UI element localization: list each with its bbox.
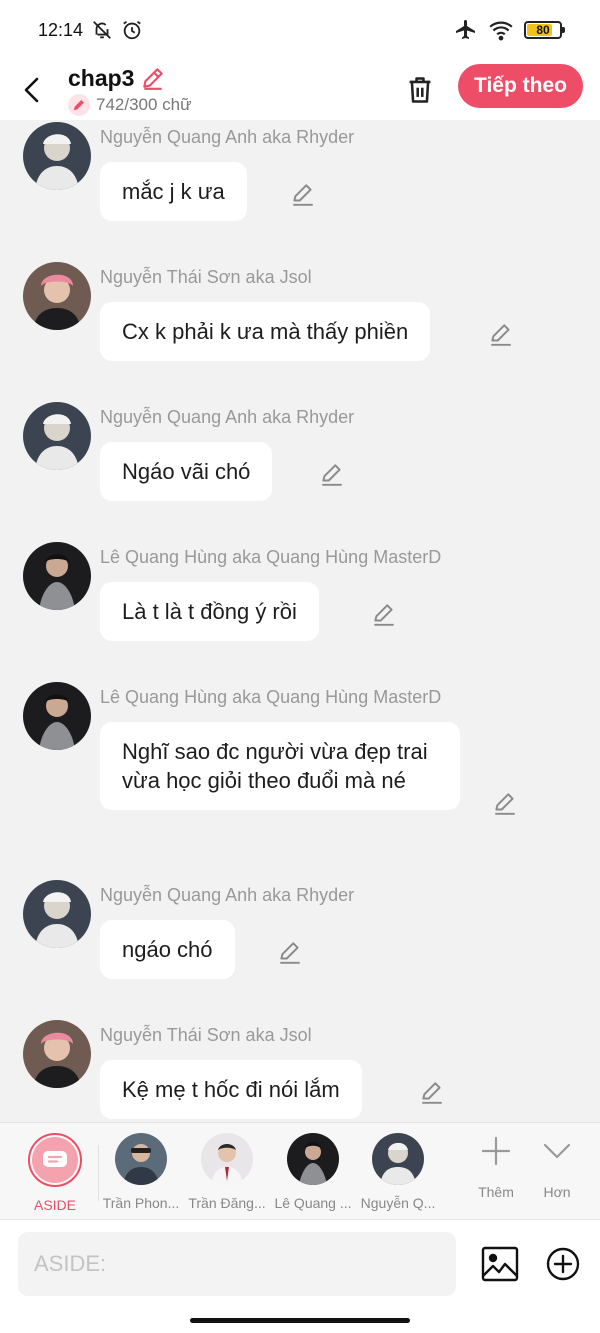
avatar[interactable] bbox=[23, 402, 91, 470]
edit-message-icon[interactable] bbox=[419, 1079, 445, 1105]
chevron-down-icon bbox=[543, 1143, 571, 1159]
sender-name: Lê Quang Hùng aka Quang Hùng MasterD bbox=[100, 687, 442, 707]
character-chip[interactable]: Trần Phon... bbox=[98, 1133, 184, 1211]
status-bar: 12:14 80 bbox=[0, 0, 600, 60]
add-button[interactable] bbox=[543, 1244, 583, 1284]
message-bubble[interactable]: Cx k phải k ưa mà thấy phiền bbox=[100, 302, 431, 361]
editor-header: chap3 742/300 chữ Tiếp theo bbox=[0, 60, 600, 120]
pen-badge-icon bbox=[68, 93, 90, 116]
message-bubble[interactable]: Là t là t đồng ý rồi bbox=[100, 582, 319, 641]
edit-message-icon[interactable] bbox=[492, 790, 518, 816]
pencil-icon[interactable] bbox=[140, 65, 166, 91]
character-name: Trần Đăng... bbox=[188, 1195, 266, 1211]
avatar bbox=[372, 1133, 424, 1185]
sender-name: Nguyễn Thái Sơn aka Jsol bbox=[100, 1025, 312, 1045]
home-indicator[interactable] bbox=[190, 1318, 410, 1323]
aside-input[interactable] bbox=[18, 1232, 456, 1296]
avatar[interactable] bbox=[23, 880, 91, 948]
plus-circle-icon bbox=[546, 1247, 580, 1281]
character-name: Trần Phon... bbox=[102, 1195, 180, 1211]
edit-message-icon[interactable] bbox=[488, 321, 514, 347]
battery-indicator: 80 bbox=[524, 21, 565, 39]
chevron-left-icon bbox=[24, 77, 39, 103]
battery-level: 80 bbox=[536, 23, 550, 37]
image-icon bbox=[481, 1246, 519, 1282]
avatar bbox=[201, 1133, 253, 1185]
back-button[interactable] bbox=[0, 60, 64, 120]
mute-bell-icon bbox=[93, 21, 111, 39]
sender-name: Nguyễn Quang Anh aka Rhyder bbox=[100, 407, 355, 427]
avatar[interactable] bbox=[23, 262, 91, 330]
edit-message-icon[interactable] bbox=[371, 601, 397, 627]
edit-message-icon[interactable] bbox=[277, 939, 303, 965]
message-bubble[interactable]: ngáo chó bbox=[100, 920, 235, 979]
sender-name: Nguyễn Quang Anh aka Rhyder bbox=[100, 885, 355, 905]
more-label: Thêm bbox=[478, 1184, 514, 1200]
more-button[interactable]: Thêm bbox=[466, 1135, 526, 1200]
edit-message-icon[interactable] bbox=[290, 181, 316, 207]
status-time: 12:14 bbox=[38, 19, 84, 40]
chat-list[interactable]: Nguyễn Quang Anh aka Rhyder mắc j k ưa N… bbox=[0, 120, 600, 1122]
plus-icon bbox=[481, 1136, 511, 1166]
sender-name: Lê Quang Hùng aka Quang Hùng MasterD bbox=[100, 547, 442, 567]
edit-message-icon[interactable] bbox=[319, 461, 345, 487]
character-chip[interactable]: Trần Đăng... bbox=[184, 1133, 270, 1211]
character-name: Lê Quang ... bbox=[274, 1195, 352, 1211]
sender-name: Nguyễn Quang Anh aka Rhyder bbox=[100, 127, 355, 147]
aside-label: ASIDE bbox=[33, 1197, 76, 1213]
collapse-label: Hơn bbox=[543, 1184, 571, 1200]
message-bubble[interactable]: Kệ mẹ t hốc đi nói lắm bbox=[100, 1060, 362, 1119]
chapter-title: chap3 bbox=[68, 64, 135, 91]
message-bubble[interactable]: mắc j k ưa bbox=[100, 162, 247, 221]
avatar bbox=[287, 1133, 339, 1185]
alarm-icon bbox=[123, 20, 141, 40]
collapse-button[interactable]: Hơn bbox=[527, 1135, 587, 1200]
avatar[interactable] bbox=[23, 122, 91, 190]
sender-name: Nguyễn Thái Sơn aka Jsol bbox=[100, 267, 312, 287]
avatar[interactable] bbox=[23, 1020, 91, 1088]
character-name: Nguyễn Q... bbox=[360, 1195, 436, 1211]
character-bar: ASIDE Trần Phon... Trần Đăng... Lê Quang… bbox=[0, 1122, 600, 1220]
next-button[interactable]: Tiếp theo bbox=[458, 64, 583, 108]
wifi-icon bbox=[489, 21, 513, 41]
character-chip[interactable]: Lê Quang ... bbox=[270, 1133, 356, 1211]
message-bubble[interactable]: Ngáo vãi chó bbox=[100, 442, 273, 501]
aside-selector[interactable]: ASIDE bbox=[12, 1133, 98, 1213]
aside-bubble-icon bbox=[43, 1151, 67, 1167]
insert-image-button[interactable] bbox=[480, 1244, 520, 1284]
input-bar bbox=[0, 1220, 600, 1333]
avatar bbox=[115, 1133, 167, 1185]
trash-icon bbox=[409, 77, 431, 103]
avatar[interactable] bbox=[23, 682, 91, 750]
avatar[interactable] bbox=[23, 542, 91, 610]
character-chip[interactable]: Nguyễn Q... bbox=[355, 1133, 441, 1211]
delete-button[interactable] bbox=[400, 68, 440, 112]
word-count: 742/300 chữ bbox=[96, 94, 192, 114]
message-bubble[interactable]: Nghĩ sao đc người vừa đẹp trai vừa học g… bbox=[100, 722, 460, 810]
airplane-icon bbox=[456, 20, 475, 39]
